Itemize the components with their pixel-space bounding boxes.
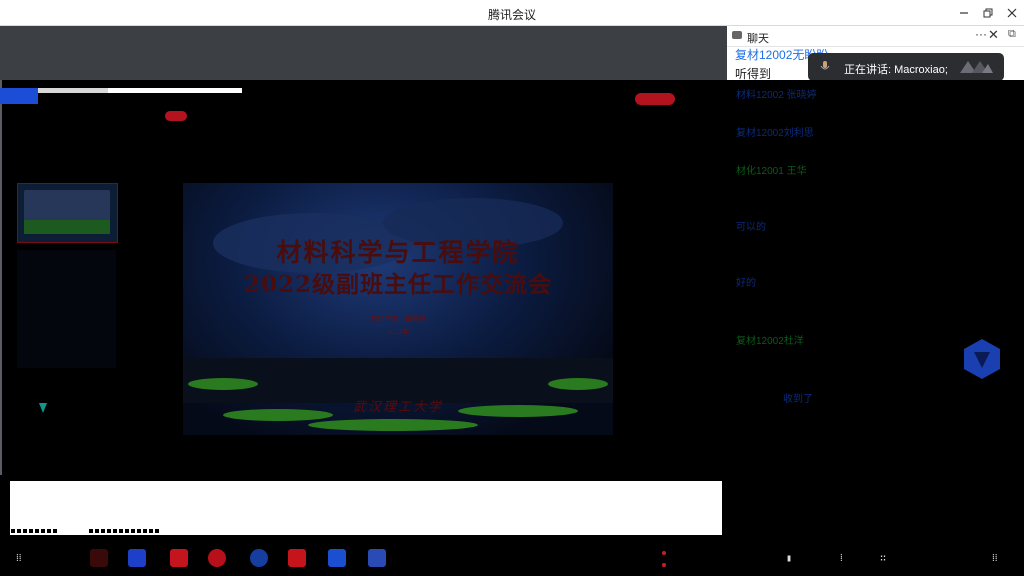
slide-hedge <box>308 419 478 431</box>
slide-hedge <box>548 378 608 390</box>
slide-date: 2022年 <box>386 329 410 336</box>
tencent-meeting-badge-icon[interactable] <box>962 338 1002 380</box>
more-options-icon[interactable]: ··· <box>975 27 987 41</box>
slide-hedge <box>188 378 258 390</box>
tray-glyph: ⁞⁞ <box>992 553 998 564</box>
taskbar-app-icon[interactable] <box>90 549 108 567</box>
restore-icon[interactable] <box>976 0 1000 25</box>
chat-history-item: 复材12002杜洋 <box>736 336 804 347</box>
taskbar <box>0 541 1024 576</box>
chat-history-item: 材化12001 王华 <box>736 166 807 177</box>
chat-history-item: 材料12002 张晓婷 <box>736 90 817 101</box>
tab-strip-highlight <box>108 88 242 93</box>
alert-badge <box>165 111 187 121</box>
slide-signature: 武汉理工大学 <box>352 400 443 415</box>
notification-dot <box>662 551 666 555</box>
taskbar-glyph: ⁞⁞ <box>16 553 22 564</box>
pin-icon[interactable]: ⧉ <box>1008 28 1016 41</box>
speaker-name: 正在讲话: Macroxiao; <box>844 64 948 76</box>
slide-title-line1: 材料科学与工程学院 <box>276 238 520 267</box>
slide-thumbnail-list[interactable] <box>17 250 116 368</box>
microphone-icon <box>820 61 830 70</box>
slide-hedge <box>458 405 578 417</box>
tray-glyph: ⁞ <box>840 553 843 564</box>
tencent-meeting-taskbar-icon[interactable] <box>328 549 346 567</box>
close-icon[interactable] <box>1000 0 1024 25</box>
file-explorer-icon[interactable] <box>368 549 386 567</box>
active-tab[interactable] <box>0 88 38 104</box>
scan-artifact <box>88 521 160 535</box>
tencent-meeting-logo-icon <box>960 61 993 73</box>
scan-artifact <box>10 521 58 535</box>
notification-dot <box>662 563 666 567</box>
word-icon[interactable] <box>128 549 146 567</box>
wps-icon[interactable] <box>288 549 306 567</box>
chat-history-item: 好的 <box>736 278 756 289</box>
window-titlebar: 腾讯会议 <box>0 0 1024 26</box>
minimize-icon[interactable] <box>952 0 976 25</box>
chat-title: 聊天 <box>747 33 769 45</box>
netease-music-icon[interactable] <box>208 549 226 567</box>
chat-history-item: 收到了 <box>783 394 813 405</box>
chat-history-item: 复材12002刘利思 <box>736 128 814 139</box>
slide-presenter: 材料学院 · 辅导员 <box>370 316 426 323</box>
tray-glyph: ∷ <box>880 553 887 564</box>
window-controls <box>952 0 1024 25</box>
video-toolbar-area <box>0 26 727 80</box>
recording-indicator[interactable] <box>635 93 675 105</box>
slide-thumbnail-current[interactable] <box>17 183 118 243</box>
chat-history-item: 可以的 <box>736 222 766 233</box>
edge-browser-icon[interactable] <box>250 549 268 567</box>
slide-title-line2: 2022级副班主任工作交流会 <box>243 271 552 298</box>
presentation-slide: 材料科学与工程学院 2022级副班主任工作交流会 材料学院 · 辅导员 2022… <box>183 183 613 435</box>
tab[interactable] <box>38 88 108 93</box>
window-title: 腾讯会议 <box>487 8 536 22</box>
chat-header: 聊天 ··· ✕ ⧉ <box>727 26 1024 47</box>
chat-bubble-icon <box>732 31 742 39</box>
tray-glyph: ▮ <box>786 553 793 564</box>
thumbnail-ground <box>24 220 110 234</box>
acrobat-icon[interactable] <box>170 549 188 567</box>
chat-close-icon[interactable]: ✕ <box>988 27 999 43</box>
chat-history-dark: 材料12002 张晓婷 复材12002刘利思 材化12001 王华 可以的 好的… <box>727 80 1024 478</box>
presentation-tab-strip <box>0 88 245 104</box>
speaking-indicator: 正在讲话: Macroxiao; <box>808 53 1004 81</box>
slide-hedge <box>223 409 333 421</box>
stage-left-edge <box>0 80 2 475</box>
